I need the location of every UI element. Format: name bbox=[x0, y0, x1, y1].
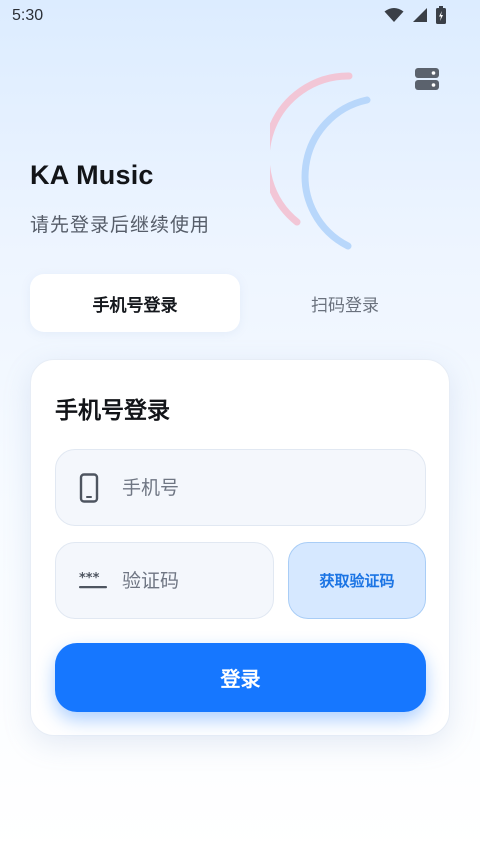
code-field: *** bbox=[55, 542, 274, 619]
smartphone-icon bbox=[78, 450, 102, 525]
status-bar: 5:30 bbox=[0, 0, 480, 34]
login-card: 手机号登录 *** 获取验证码 登录 bbox=[30, 359, 450, 736]
code-input[interactable] bbox=[122, 543, 262, 618]
login-tabs: 手机号登录 扫码登录 bbox=[30, 274, 450, 332]
tab-qr-login[interactable]: 扫码登录 bbox=[240, 274, 450, 332]
get-code-button[interactable]: 获取验证码 bbox=[288, 542, 426, 619]
status-time: 5:30 bbox=[12, 7, 44, 24]
app-title: KA Music bbox=[30, 160, 154, 190]
server-menu-button[interactable] bbox=[412, 64, 442, 94]
status-icons bbox=[384, 6, 446, 24]
wifi-icon bbox=[384, 8, 404, 22]
battery-charging-icon bbox=[436, 6, 446, 24]
card-title: 手机号登录 bbox=[55, 398, 170, 424]
login-button[interactable]: 登录 bbox=[55, 643, 426, 712]
phone-input[interactable] bbox=[122, 450, 402, 525]
tab-phone-login[interactable]: 手机号登录 bbox=[30, 274, 240, 332]
server-menu-icon bbox=[415, 68, 439, 90]
cell-signal-icon bbox=[413, 8, 427, 22]
password-dots-icon: *** bbox=[78, 543, 108, 618]
sound-wave-decoration bbox=[270, 72, 371, 250]
login-subtitle: 请先登录后继续使用 bbox=[30, 214, 211, 236]
phone-field bbox=[55, 449, 426, 526]
svg-text:***: *** bbox=[79, 571, 100, 586]
